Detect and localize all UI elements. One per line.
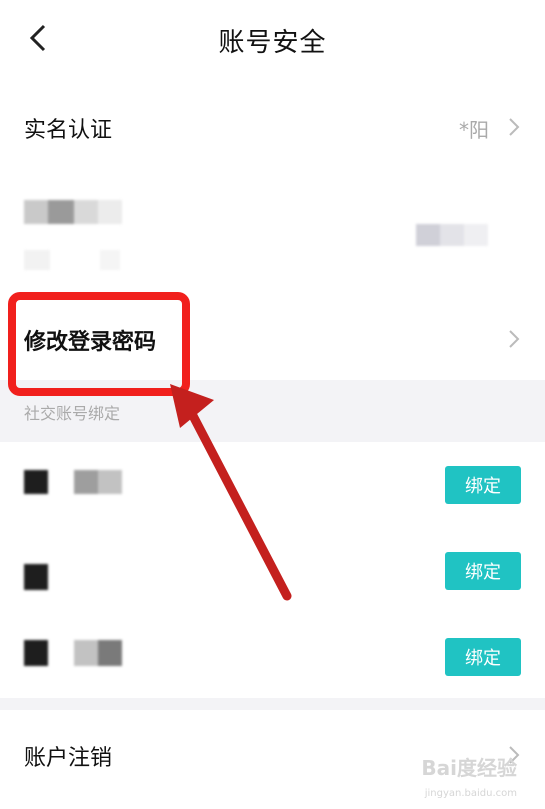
watermark-logo: Bai度经验 <box>421 756 517 780</box>
annotation-arrow <box>170 384 292 601</box>
watermark-url: jingyan.baidu.com <box>424 788 517 799</box>
